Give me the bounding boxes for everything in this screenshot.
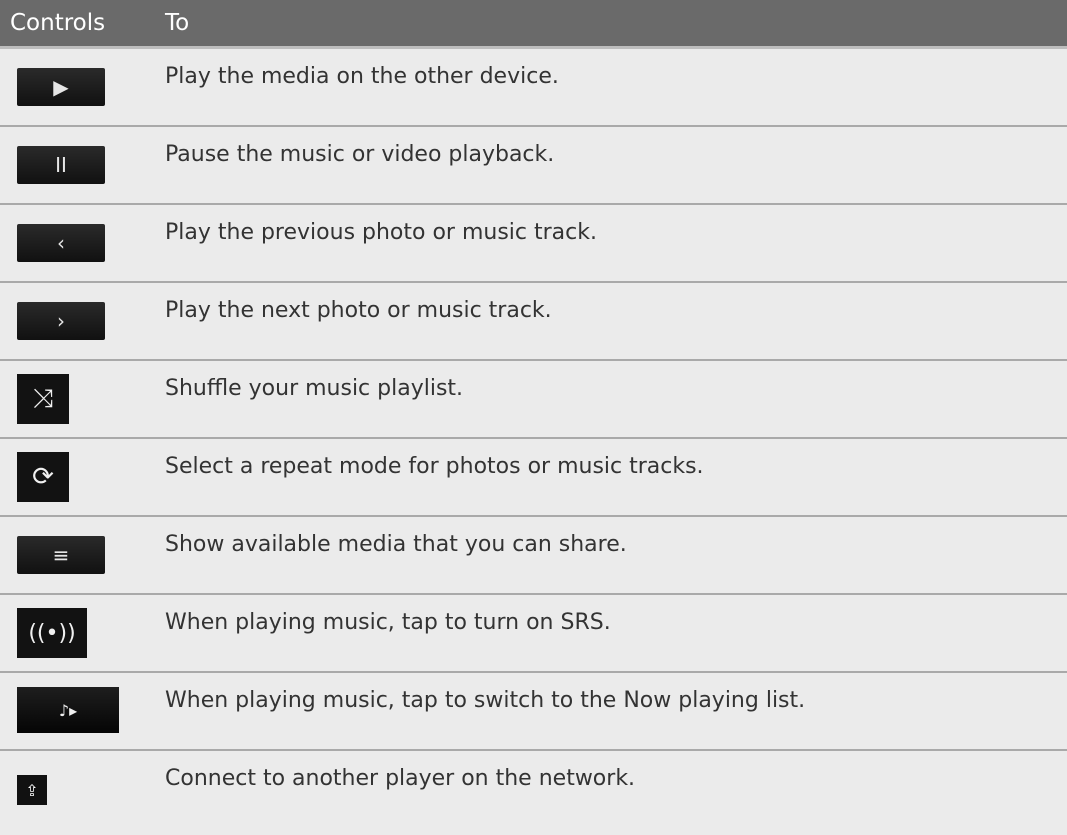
row-description: Connect to another player on the network… (165, 766, 636, 791)
table-header: Controls To (0, 0, 1067, 49)
play-icon[interactable]: ▶ (17, 68, 105, 106)
previous-icon[interactable]: ‹ (17, 224, 105, 262)
next-icon[interactable]: › (17, 302, 105, 340)
table-row: ⤨ Shuffle your music playlist. (0, 361, 1067, 439)
row-description: Play the previous photo or music track. (165, 220, 597, 245)
table-row: ≡ Show available media that you can shar… (0, 517, 1067, 595)
srs-icon[interactable]: ((•)) (17, 608, 87, 658)
table-row: ‹ Play the previous photo or music track… (0, 205, 1067, 283)
row-description: Select a repeat mode for photos or music… (165, 454, 704, 479)
row-description: When playing music, tap to switch to the… (165, 688, 806, 713)
row-description: When playing music, tap to turn on SRS. (165, 610, 611, 635)
table-row: ((•)) When playing music, tap to turn on… (0, 595, 1067, 673)
table-row: ⟳ Select a repeat mode for photos or mus… (0, 439, 1067, 517)
now-playing-icon[interactable]: ♪▸ (17, 687, 119, 733)
row-description: Shuffle your music playlist. (165, 376, 464, 401)
menu-icon[interactable]: ≡ (17, 536, 105, 574)
row-description: Pause the music or video playback. (165, 142, 555, 167)
row-description: Play the media on the other device. (165, 64, 559, 89)
header-controls: Controls (10, 10, 106, 36)
row-description: Show available media that you can share. (165, 532, 627, 557)
row-description: Play the next photo or music track. (165, 298, 552, 323)
controls-table: Controls To ▶ Play the media on the othe… (0, 0, 1067, 835)
table-row: ⇪ Connect to another player on the netwo… (0, 751, 1067, 829)
connect-player-icon[interactable]: ⇪ (17, 775, 47, 805)
pause-icon[interactable]: II (17, 146, 105, 184)
shuffle-icon[interactable]: ⤨ (17, 374, 69, 424)
header-to: To (165, 10, 190, 36)
table-row: ▶ Play the media on the other device. (0, 49, 1067, 127)
table-row: II Pause the music or video playback. (0, 127, 1067, 205)
table-row: › Play the next photo or music track. (0, 283, 1067, 361)
repeat-icon[interactable]: ⟳ (17, 452, 69, 502)
table-row: ♪▸ When playing music, tap to switch to … (0, 673, 1067, 751)
